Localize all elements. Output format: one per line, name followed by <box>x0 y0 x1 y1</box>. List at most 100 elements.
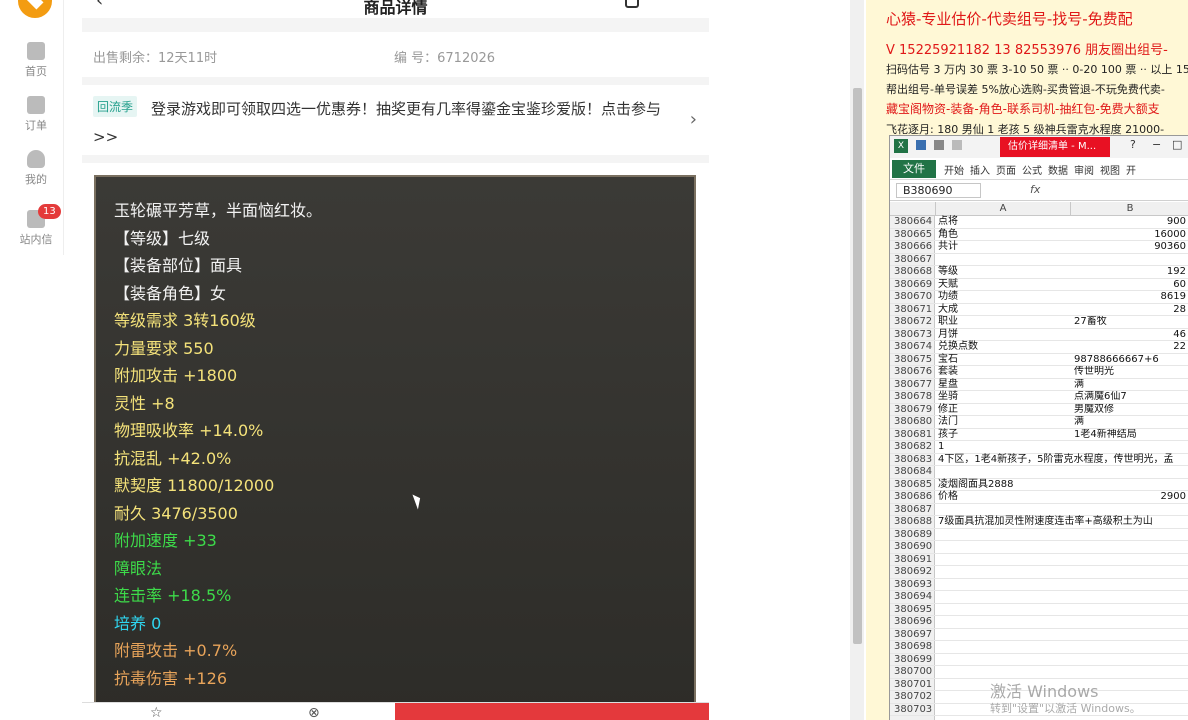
nav-messages[interactable]: 13 站内信 <box>8 204 64 247</box>
row-number[interactable]: 380699 <box>894 654 932 667</box>
sheet-row[interactable]: 380689 <box>890 529 1188 542</box>
row-number[interactable]: 380692 <box>894 566 932 579</box>
cell-a[interactable]: 星盘 <box>938 379 958 392</box>
sheet-row[interactable]: 380671 大成 28 <box>890 304 1188 317</box>
row-number[interactable]: 380684 <box>894 466 932 479</box>
cell-b[interactable]: 1老4新神结局 <box>1074 429 1186 442</box>
cell-a[interactable]: 月饼 <box>938 329 958 342</box>
cell-a[interactable]: 4下区，1老4新孩子，5阶雷克水程度，传世明光，孟 <box>938 454 1173 467</box>
cell-b[interactable]: 2900 <box>1074 491 1186 504</box>
cell-a[interactable]: 价格 <box>938 491 958 504</box>
app-logo[interactable] <box>18 0 52 18</box>
maximize-icon[interactable]: □ <box>1172 138 1182 151</box>
row-number[interactable]: 380666 <box>894 241 932 254</box>
row-number[interactable]: 380697 <box>894 629 932 642</box>
row-number[interactable]: 380687 <box>894 504 932 517</box>
row-number[interactable]: 380703 <box>894 704 932 717</box>
sheet-row[interactable]: 380672 职业 27畜牧 <box>890 316 1188 329</box>
column-header-a[interactable]: A <box>935 202 1071 216</box>
cell-b[interactable]: 900 <box>1074 216 1186 229</box>
cell-a[interactable]: 等级 <box>938 266 958 279</box>
sheet-row[interactable]: 380667 <box>890 254 1188 266</box>
favorite-icon[interactable]: ☆ <box>150 705 163 720</box>
cell-b[interactable]: 192 <box>1074 266 1186 279</box>
sheet-row[interactable]: 380679 修正 男魔双修 <box>890 404 1188 417</box>
cell-b[interactable]: 90360 <box>1074 241 1186 254</box>
sheet-row[interactable]: 380695 <box>890 604 1188 617</box>
nav-orders[interactable]: 订单 <box>8 96 64 133</box>
column-header-b[interactable]: B <box>1071 202 1188 216</box>
ribbon-tab-review[interactable]: 审阅 <box>1074 162 1094 177</box>
sheet-row[interactable]: 380700 <box>890 666 1188 679</box>
cell-b[interactable]: 满 <box>1074 379 1186 392</box>
minimize-icon[interactable]: − <box>1152 138 1161 151</box>
row-number[interactable]: 380695 <box>894 604 932 617</box>
row-number[interactable]: 380674 <box>894 341 932 354</box>
cell-b[interactable]: 28 <box>1074 304 1186 317</box>
cell-a[interactable]: 套装 <box>938 366 958 379</box>
fx-icon[interactable]: fx <box>1030 183 1040 196</box>
sheet-row[interactable]: 380666 共计 90360 <box>890 241 1188 254</box>
buy-button[interactable] <box>395 703 709 720</box>
cell-a[interactable]: 宝石 <box>938 354 958 367</box>
row-number[interactable]: 380678 <box>894 391 932 404</box>
row-number[interactable]: 380685 <box>894 479 932 492</box>
row-number[interactable]: 380677 <box>894 379 932 392</box>
sheet-row[interactable]: 380681 孩子 1老4新神结局 <box>890 429 1188 442</box>
cell-a[interactable]: 角色 <box>938 229 958 242</box>
sheet-row[interactable]: 380685 凌烟阁面具2888 <box>890 479 1188 492</box>
sheet-row[interactable]: 380692 <box>890 566 1188 579</box>
cell-b[interactable]: 满 <box>1074 416 1186 429</box>
sheet-row[interactable]: 380684 <box>890 466 1188 479</box>
cell-b[interactable]: 98788666667+6 <box>1074 354 1186 367</box>
ribbon-tab-home[interactable]: 开始 <box>944 162 964 177</box>
cell-b[interactable]: 男魔双修 <box>1074 404 1186 417</box>
sheet-row[interactable]: 380670 功绩 8619 <box>890 291 1188 304</box>
chevron-right-icon[interactable]: › <box>690 109 697 130</box>
sheet-row[interactable]: 380680 法门 满 <box>890 416 1188 429</box>
sheet-row[interactable]: 380696 <box>890 616 1188 629</box>
row-number[interactable]: 380696 <box>894 616 932 629</box>
cell-b[interactable]: 传世明光 <box>1074 366 1186 379</box>
sheet-row[interactable]: 380682 1 <box>890 441 1188 454</box>
row-number[interactable]: 380664 <box>894 216 932 229</box>
name-box[interactable]: B380690 <box>896 183 981 198</box>
row-number[interactable]: 380702 <box>894 691 932 704</box>
cell-b[interactable]: 22 <box>1074 341 1186 354</box>
ribbon-tab-formulas[interactable]: 公式 <box>1022 162 1042 177</box>
cell-a[interactable]: 坐骑 <box>938 391 958 404</box>
cell-a[interactable]: 法门 <box>938 416 958 429</box>
cell-a[interactable]: 凌烟阁面具2888 <box>938 479 1013 492</box>
cell-b[interactable]: 46 <box>1074 329 1186 342</box>
sheet-row[interactable]: 380678 坐骑 点满魔6仙7 <box>890 391 1188 404</box>
sheet-row[interactable]: 380693 <box>890 579 1188 591</box>
row-number[interactable]: 380701 <box>894 679 932 692</box>
save-icon[interactable] <box>916 140 926 150</box>
sheet-row[interactable]: 380699 <box>890 654 1188 667</box>
sheet-row[interactable]: 380687 <box>890 504 1188 517</box>
row-number[interactable]: 380670 <box>894 291 932 304</box>
sheet-row[interactable]: 380677 星盘 满 <box>890 379 1188 392</box>
sheet-row[interactable]: 380691 <box>890 554 1188 567</box>
sheet-row[interactable]: 380665 角色 16000 <box>890 229 1188 242</box>
cell-b[interactable]: 27畜牧 <box>1074 316 1186 329</box>
row-number[interactable]: 380690 <box>894 541 932 554</box>
close-icon[interactable]: ⊗ <box>308 705 320 720</box>
redo-icon[interactable] <box>952 140 962 150</box>
row-number[interactable]: 380672 <box>894 316 932 329</box>
row-number[interactable]: 380694 <box>894 591 932 604</box>
cell-b[interactable]: 点满魔6仙7 <box>1074 391 1186 404</box>
row-number[interactable]: 380668 <box>894 266 932 279</box>
cell-a[interactable]: 天赋 <box>938 279 958 292</box>
cell-b[interactable]: 8619 <box>1074 291 1186 304</box>
share-icon[interactable] <box>625 0 639 8</box>
row-number[interactable]: 380682 <box>894 441 932 454</box>
row-number[interactable]: 380671 <box>894 304 932 317</box>
row-number[interactable]: 380669 <box>894 279 932 292</box>
cell-a[interactable]: 1 <box>938 441 944 454</box>
row-number[interactable]: 380691 <box>894 554 932 567</box>
cell-a[interactable]: 职业 <box>938 316 958 329</box>
nav-home[interactable]: 首页 <box>8 42 64 79</box>
row-number[interactable]: 380689 <box>894 529 932 542</box>
scrollbar-thumb[interactable] <box>853 88 862 644</box>
